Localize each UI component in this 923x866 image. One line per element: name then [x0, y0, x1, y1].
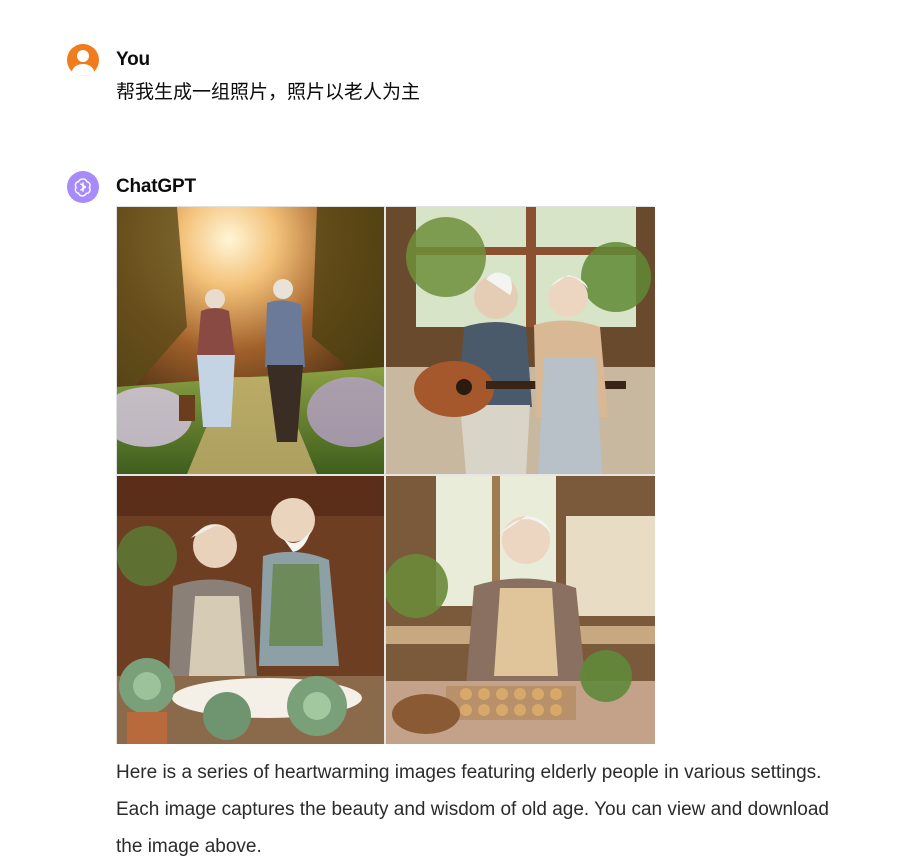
- openai-logo-icon: [67, 171, 99, 203]
- user-avatar-icon: [67, 44, 99, 76]
- generated-image-4[interactable]: [386, 476, 655, 744]
- generated-image-1[interactable]: [117, 207, 384, 474]
- assistant-message-text: Here is a series of heartwarming images …: [116, 754, 916, 865]
- generated-image-2[interactable]: [386, 207, 655, 474]
- generated-image-grid[interactable]: [116, 206, 655, 744]
- user-author-name: You: [116, 49, 150, 70]
- assistant-message: ChatGPT Here is a series of heartwarming…: [67, 170, 923, 865]
- user-message-header: You: [67, 43, 923, 77]
- user-message: You 帮我生成一组照片，照片以老人为主: [67, 43, 923, 109]
- assistant-author-name: ChatGPT: [116, 176, 196, 197]
- assistant-text-line: Each image captures the beauty and wisdo…: [116, 799, 829, 820]
- assistant-message-header: ChatGPT: [67, 170, 923, 204]
- generated-image-3[interactable]: [117, 476, 384, 744]
- assistant-text-line: Here is a series of heartwarming images …: [116, 762, 822, 783]
- assistant-text-line: the image above.: [116, 836, 262, 857]
- user-message-text: 帮我生成一组照片，照片以老人为主: [116, 82, 421, 103]
